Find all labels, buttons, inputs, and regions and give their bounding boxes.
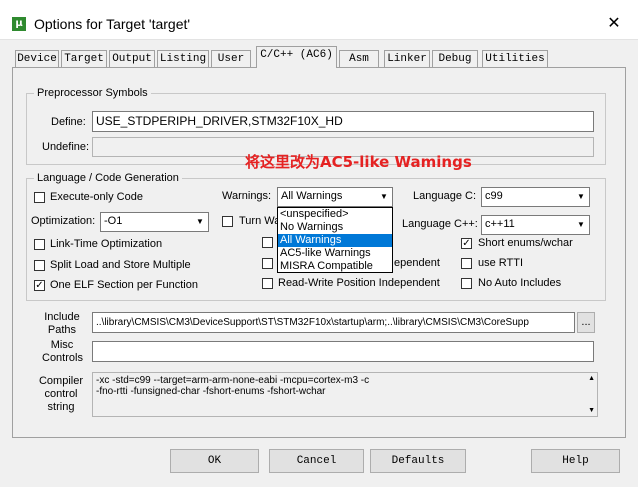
tab-target[interactable]: Target [61, 50, 107, 67]
use-rtti-label: use RTTI [478, 257, 524, 269]
dropdown-option-no-warnings[interactable]: No Warnings [278, 221, 392, 234]
execute-only-checkbox[interactable] [34, 192, 45, 203]
define-label: Define: [51, 116, 86, 128]
dropdown-option-ac5-like-warnings[interactable]: AC5-like Warnings [278, 247, 392, 260]
short-enums-label: Short enums/wchar [478, 237, 573, 249]
rw-independent-partial-label: ependent [394, 257, 440, 269]
tab-linker[interactable]: Linker [384, 50, 430, 67]
compiler-label-line1: Compiler [38, 375, 83, 387]
warnings-select-value: All Warnings [281, 190, 343, 202]
undefine-label: Undefine: [42, 141, 90, 153]
tab-output[interactable]: Output [109, 50, 155, 67]
misc-controls-input[interactable] [92, 341, 594, 362]
turn-warnings-label: Turn Wa [239, 215, 281, 227]
language-cpp-label: Language C++: [402, 218, 478, 230]
warnings-label: Warnings: [222, 190, 272, 202]
include-paths-label-line1: Include [44, 311, 80, 323]
hidden-option-checkbox[interactable] [262, 237, 273, 248]
chevron-down-icon[interactable]: ▼ [574, 217, 588, 232]
compiler-label-line3: string [47, 401, 75, 413]
dropdown-option-all-warnings[interactable]: All Warnings [278, 234, 392, 247]
ok-button[interactable]: OK [170, 449, 259, 473]
rw-position-label: Read-Write Position Independent [278, 277, 440, 289]
lto-label: Link-Time Optimization [50, 238, 163, 250]
chevron-down-icon[interactable]: ▼ [377, 189, 391, 204]
defaults-button[interactable]: Defaults [370, 449, 466, 473]
tab-user[interactable]: User [211, 50, 251, 67]
close-icon[interactable]: ✕ [604, 14, 624, 34]
preprocessor-group-title: Preprocessor Symbols [34, 87, 151, 99]
optimization-value: -O1 [104, 215, 123, 227]
language-group-title: Language / Code Generation [34, 172, 182, 184]
use-rtti-checkbox[interactable] [461, 258, 472, 269]
annotation-text: 将这里改为AC5-like Wamings [245, 153, 472, 171]
split-load-checkbox[interactable] [34, 260, 45, 271]
no-auto-includes-checkbox[interactable] [461, 278, 472, 289]
dropdown-option-misra-compatible[interactable]: MISRA Compatible [278, 260, 392, 273]
language-c-select[interactable]: c99 ▼ [481, 187, 590, 207]
turn-warnings-checkbox[interactable] [222, 216, 233, 227]
define-input[interactable]: USE_STDPERIPH_DRIVER,STM32F10X_HD [92, 111, 594, 132]
lto-checkbox[interactable] [34, 239, 45, 250]
keil-uvision-icon: μ [12, 17, 26, 31]
language-c-label: Language C: [413, 190, 476, 202]
rw-independent-checkbox[interactable] [262, 258, 273, 269]
one-elf-label: One ELF Section per Function [50, 279, 198, 291]
tab-utilities[interactable]: Utilities [482, 50, 548, 67]
scroll-down-icon[interactable]: ▼ [588, 407, 595, 414]
help-button[interactable]: Help [531, 449, 620, 473]
include-paths-label-line2: Paths [47, 324, 77, 336]
misc-label-line2: Controls [42, 352, 83, 364]
tab-listing[interactable]: Listing [157, 50, 209, 67]
tab-device[interactable]: Device [15, 50, 59, 67]
chevron-down-icon[interactable]: ▼ [574, 189, 588, 204]
execute-only-label: Execute-only Code [50, 191, 143, 203]
language-cpp-value: c++11 [485, 218, 515, 230]
rw-position-checkbox[interactable] [262, 278, 273, 289]
one-elf-checkbox[interactable]: ✓ [34, 280, 45, 291]
compiler-string-line: -xc -std=c99 --target=arm-arm-none-eabi … [96, 375, 370, 386]
short-enums-checkbox[interactable]: ✓ [461, 238, 472, 249]
cancel-button[interactable]: Cancel [269, 449, 364, 473]
misc-label-line1: Misc [50, 339, 74, 351]
split-load-label: Split Load and Store Multiple [50, 259, 191, 271]
chevron-down-icon[interactable]: ▼ [193, 214, 207, 229]
language-c-value: c99 [485, 190, 503, 202]
tab-asm[interactable]: Asm [339, 50, 379, 67]
optimization-label: Optimization: [31, 215, 96, 227]
no-auto-includes-label: No Auto Includes [478, 277, 562, 289]
language-cpp-select[interactable]: c++11 ▼ [481, 215, 590, 235]
compiler-label-line2: control [44, 388, 78, 400]
window-title: Options for Target 'target' [34, 16, 191, 32]
compiler-string-line: -fno-rtti -funsigned-char -fshort-enums … [96, 386, 326, 397]
tab-c-cpp-ac6[interactable]: C/C++ (AC6) [256, 46, 337, 68]
browse-button[interactable]: ... [577, 312, 595, 333]
optimization-select[interactable]: -O1 ▼ [100, 212, 209, 232]
tab-debug[interactable]: Debug [432, 50, 478, 67]
include-paths-input[interactable]: ..\library\CMSIS\CM3\DeviceSupport\ST\ST… [92, 312, 575, 333]
warnings-dropdown-list: <unspecified> No Warnings All Warnings A… [277, 207, 393, 273]
dropdown-option-unspecified[interactable]: <unspecified> [278, 208, 392, 221]
scroll-up-icon[interactable]: ▲ [588, 375, 595, 382]
compiler-control-textarea[interactable]: -xc -std=c99 --target=arm-arm-none-eabi … [92, 372, 598, 417]
warnings-select[interactable]: All Warnings ▼ [277, 187, 393, 207]
